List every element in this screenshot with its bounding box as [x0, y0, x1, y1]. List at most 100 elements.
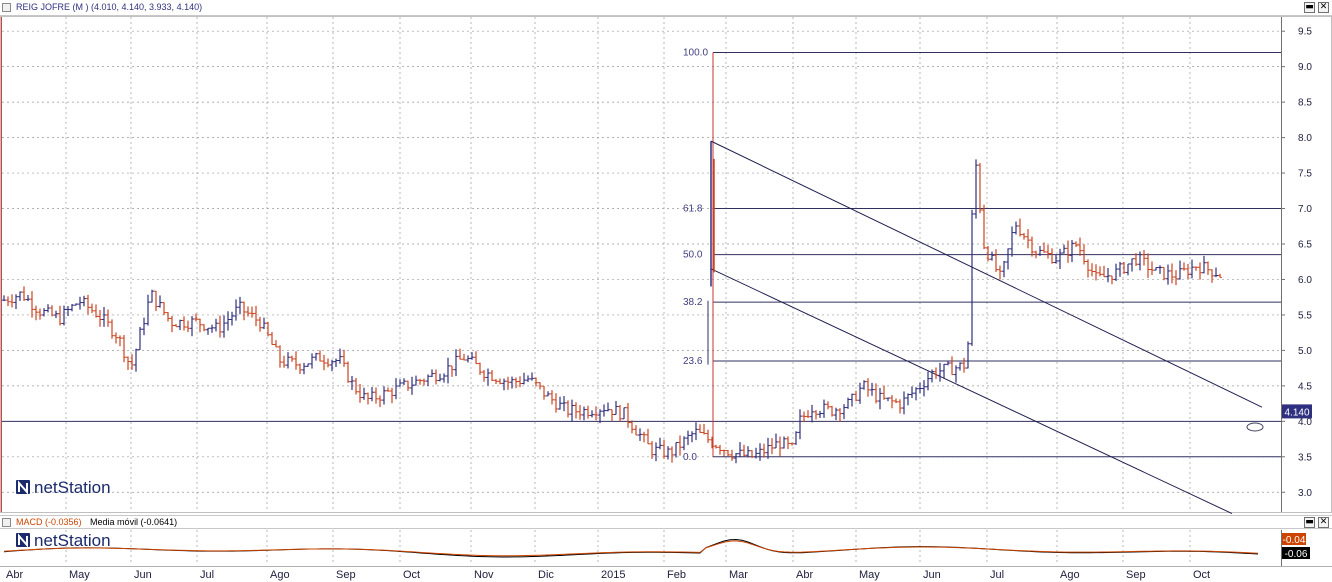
- price-bar: [966, 341, 970, 369]
- price-bar: [590, 410, 594, 418]
- price-bar: [542, 385, 546, 400]
- price-bar: [450, 365, 454, 377]
- price-bar: [958, 362, 962, 371]
- price-bar: [70, 303, 74, 312]
- price-bar: [370, 387, 374, 402]
- price-bar: [650, 441, 654, 459]
- price-bars: [2, 159, 1222, 464]
- macd-value-label: -0.04: [1283, 535, 1306, 546]
- price-bar: [1170, 263, 1174, 284]
- price-bar: [526, 375, 530, 383]
- price-bar: [926, 371, 930, 391]
- price-bar: [18, 291, 22, 301]
- price-bar: [454, 349, 458, 377]
- price-bar: [122, 335, 126, 363]
- price-bar: [894, 398, 898, 404]
- price-bar: [1198, 262, 1202, 280]
- price-bar: [886, 397, 890, 402]
- price-bar: [530, 372, 534, 381]
- price-bar: [782, 436, 786, 449]
- price-bar: [690, 431, 694, 443]
- price-bar: [938, 362, 942, 382]
- price-bar: [898, 399, 902, 414]
- price-bar: [950, 356, 954, 376]
- price-bar: [1206, 261, 1210, 275]
- price-bar: [986, 246, 990, 262]
- price-bar: [166, 312, 170, 322]
- price-bar: [634, 425, 638, 436]
- price-bar: [46, 304, 50, 313]
- price-bar: [522, 372, 526, 385]
- price-bar: [814, 410, 818, 420]
- price-bar: [714, 444, 718, 449]
- price-bar: [906, 393, 910, 406]
- price-bar: [54, 310, 58, 319]
- price-bar: [34, 305, 38, 321]
- y-tick-label: 3.0: [1298, 488, 1312, 499]
- price-bar: [470, 352, 474, 360]
- price-bar: [1018, 218, 1022, 237]
- y-tick-label: 8.0: [1298, 133, 1312, 144]
- price-bar: [570, 399, 574, 422]
- price-chart[interactable]: 9.5 9.0 8.5 8.0 7.5 7.0 6.5 6.0 5.5 5.0 4.5 4.0 3.5 3…: [0, 0, 1332, 582]
- price-bar: [838, 408, 842, 422]
- price-bar: [1002, 260, 1006, 278]
- price-bar: [826, 401, 830, 410]
- y-tick-label: 4.5: [1298, 381, 1312, 392]
- price-bar: [66, 306, 70, 316]
- price-bar: [702, 424, 706, 435]
- price-bar: [1202, 255, 1206, 274]
- price-bar: [962, 357, 966, 373]
- price-bar: [402, 378, 406, 386]
- price-bar: [74, 303, 78, 306]
- price-bar: [346, 361, 350, 383]
- price-bar: [238, 296, 242, 315]
- x-axis-label: Feb: [667, 569, 686, 581]
- price-bar: [766, 437, 770, 459]
- price-bar: [918, 382, 922, 394]
- price-bar: [1106, 267, 1110, 283]
- price-bar: [394, 378, 398, 400]
- price-bar: [874, 383, 878, 404]
- last-price-label: 4.140: [1284, 407, 1309, 418]
- price-bar: [1046, 244, 1050, 259]
- price-bar: [942, 363, 946, 378]
- price-bar: [614, 400, 618, 415]
- price-bar: [1054, 255, 1058, 264]
- price-bar: [14, 294, 18, 310]
- price-bar: [1114, 263, 1118, 281]
- price-bar: [1158, 265, 1162, 274]
- price-bar: [862, 380, 866, 390]
- price-bar: [1066, 240, 1070, 263]
- price-bar: [1030, 236, 1034, 257]
- price-bar: [822, 399, 826, 418]
- price-bar: [1010, 226, 1014, 257]
- price-bar: [386, 387, 390, 392]
- price-bar: [466, 355, 470, 363]
- price-bar: [446, 357, 450, 384]
- price-bar: [686, 430, 690, 446]
- ma-value-label: -0.06: [1285, 549, 1308, 560]
- price-bar: [574, 402, 578, 419]
- macd-signal-line: [3, 540, 1259, 557]
- price-bar: [606, 402, 610, 412]
- price-bar: [206, 327, 210, 335]
- x-axis-label: Jun: [134, 569, 152, 581]
- price-bar: [118, 335, 122, 347]
- y-tick-label: 7.0: [1298, 204, 1312, 215]
- price-bar: [698, 424, 702, 433]
- price-bar: [1014, 221, 1018, 235]
- price-bar: [870, 382, 874, 396]
- price-bar: [630, 420, 634, 434]
- price-bar: [86, 294, 90, 315]
- price-bar: [222, 315, 226, 338]
- price-bar: [706, 429, 710, 444]
- price-bar: [846, 397, 850, 409]
- price-bar: [842, 404, 846, 420]
- price-bar: [338, 348, 342, 364]
- price-bar: [310, 353, 314, 369]
- fib-label: 100.0: [683, 47, 708, 58]
- y-tick-label: 6.0: [1298, 275, 1312, 286]
- macd-line: [3, 538, 1259, 558]
- price-bar: [258, 316, 262, 332]
